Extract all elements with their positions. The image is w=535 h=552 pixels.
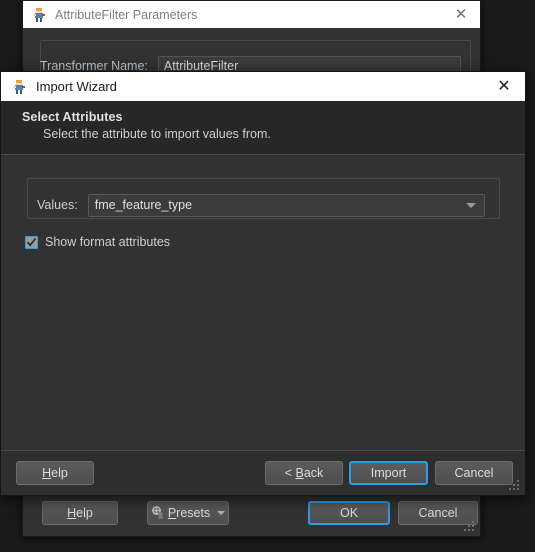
show-format-attributes-label: Show format attributes <box>45 235 171 249</box>
import-wizard-title-text: Import Wizard <box>36 79 117 94</box>
wizard-step-subtitle: Select the attribute to import values fr… <box>43 127 271 141</box>
close-icon[interactable]: ✕ <box>489 76 519 98</box>
wizard-content: Values: fme_feature_type Show format att… <box>1 155 525 452</box>
wizard-header: Select Attributes Select the attribute t… <box>1 101 525 155</box>
wizard-cancel-button[interactable]: Cancel <box>435 461 513 485</box>
values-dropdown-value: fme_feature_type <box>94 198 193 212</box>
attributefilter-title-text: AttributeFilter Parameters <box>55 7 198 22</box>
import-button[interactable]: Import <box>349 461 428 485</box>
close-icon[interactable]: ✕ <box>448 4 474 26</box>
wizard-resize-grip[interactable] <box>508 479 521 492</box>
values-label: Values: <box>37 198 78 212</box>
help-button[interactable]: Help <box>42 501 118 525</box>
presets-button[interactable]: Presets <box>147 501 229 525</box>
wizard-help-button[interactable]: Help <box>16 461 94 485</box>
show-format-attributes-checkbox[interactable] <box>25 235 38 249</box>
import-wizard-dialog: Import Wizard ✕ Select Attributes Select… <box>0 71 526 496</box>
presets-mnemonic: P <box>167 506 177 520</box>
back-mnemonic: B <box>295 466 304 480</box>
attributefilter-titlebar[interactable]: AttributeFilter Parameters ✕ <box>23 1 480 28</box>
ok-button[interactable]: OK <box>308 501 390 525</box>
help-button-label-rest: elp <box>76 506 93 520</box>
help-mnemonic: H <box>67 506 77 520</box>
chevron-down-icon <box>466 202 476 208</box>
wizard-help-mnemonic: H <box>42 466 52 480</box>
show-format-attributes-row[interactable]: Show format attributes <box>25 235 170 249</box>
desktop-background: AttributeFilter Parameters ✕ Transformer… <box>0 0 535 552</box>
chevron-down-icon <box>217 511 226 515</box>
back-button[interactable]: < Back <box>265 461 343 485</box>
wizard-step-title: Select Attributes <box>22 110 123 124</box>
resize-grip[interactable] <box>463 520 476 533</box>
presets-gear-icon <box>151 505 165 522</box>
back-label-prefix: < <box>284 466 296 480</box>
check-icon <box>26 237 37 247</box>
back-label-rest: ack <box>303 466 324 480</box>
fme-logo-icon <box>31 7 47 23</box>
attributefilter-footer: Help Presets OK Cancel <box>23 489 480 536</box>
fme-logo-icon <box>11 79 27 95</box>
import-wizard-titlebar[interactable]: Import Wizard ✕ <box>1 72 525 101</box>
presets-label: Presets <box>167 506 211 520</box>
wizard-help-label-rest: elp <box>51 466 68 480</box>
values-dropdown[interactable]: fme_feature_type <box>87 193 485 217</box>
values-row: Values: fme_feature_type <box>27 193 500 217</box>
wizard-footer: Help < Back Import Cancel <box>1 450 525 495</box>
